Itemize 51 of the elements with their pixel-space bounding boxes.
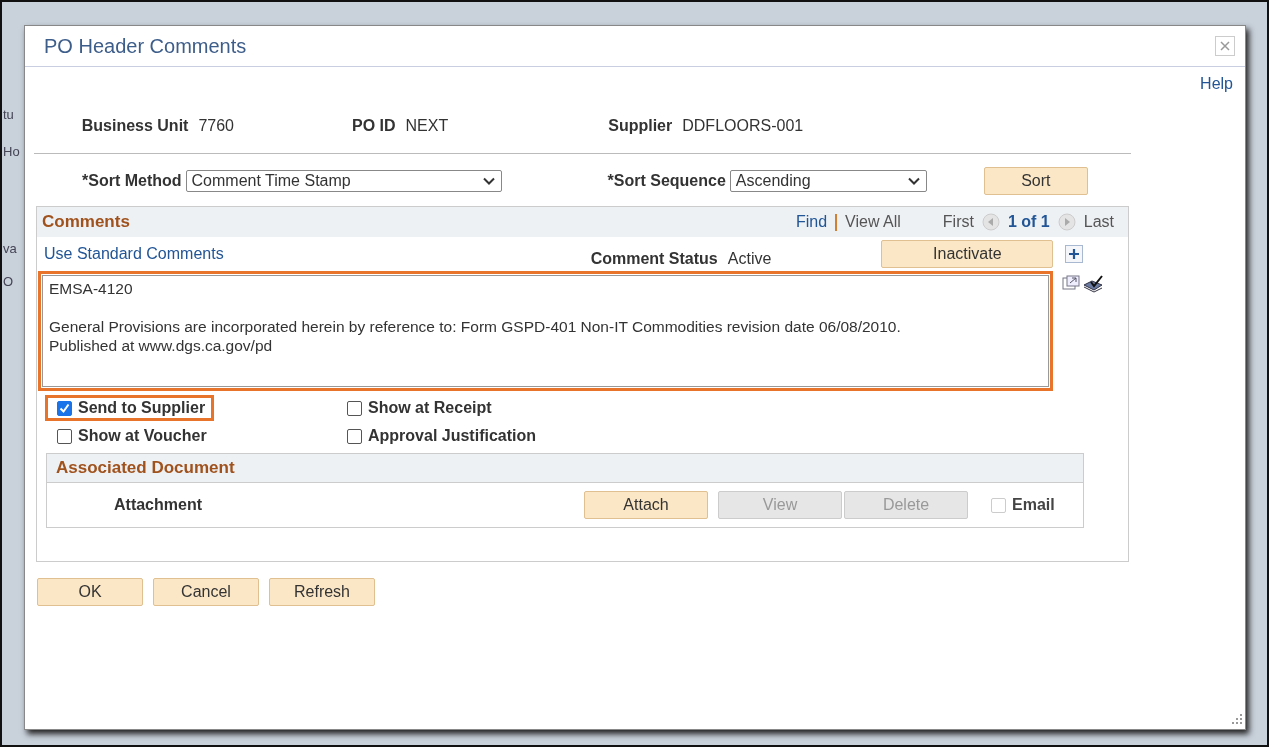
help-link[interactable]: Help [1200, 75, 1233, 93]
comment-text-field[interactable]: EMSA-4120 General Provisions are incorporated herein by reference to: Form GSPD-401 Non-IT Commodities revision date 06/08/2010. Published at www.dgs.ca.gov/pd [42, 275, 1049, 387]
field-label: PO ID [352, 117, 396, 135]
caret-icon [907, 177, 920, 185]
field-label: Business Unit [81, 117, 189, 135]
field-label: Comment Status [590, 250, 718, 268]
checkbox[interactable] [347, 428, 362, 444]
view-all-link[interactable]: View All [845, 213, 901, 231]
sort-button[interactable]: Sort [983, 167, 1088, 195]
dialog-title: PO Header Comments [44, 34, 247, 58]
close-button[interactable] [1215, 36, 1235, 56]
field-label: Attachment [114, 496, 203, 514]
field-value: Active [727, 250, 772, 268]
close-icon [1220, 41, 1230, 51]
checkbox-label: Send to Supplier [78, 399, 206, 417]
checkbox-label: Email [1012, 496, 1055, 514]
resize-grip-icon[interactable] [1229, 713, 1243, 727]
dropdown[interactable]: Ascending [729, 170, 927, 192]
caret-icon [482, 177, 495, 185]
section-title: Associated Document [56, 458, 235, 478]
add-icon[interactable] [1065, 245, 1084, 263]
field-value: NEXT [405, 117, 449, 135]
checkbox[interactable] [57, 400, 72, 416]
attachment-button[interactable]: Attach [584, 491, 708, 519]
dialog-button[interactable]: Refresh [269, 578, 375, 606]
field-value: 7760 [198, 117, 234, 135]
field-label: *Sort Sequence [607, 172, 726, 190]
checkbox-label: Approval Justification [368, 427, 537, 445]
checkbox[interactable] [57, 428, 72, 444]
field-value: DDFLOORS-001 [682, 117, 804, 135]
dialog-button[interactable]: Cancel [153, 578, 259, 606]
checkbox[interactable] [347, 400, 362, 416]
last-label: Last [1083, 213, 1114, 231]
checkbox-label: Show at Voucher [78, 427, 207, 445]
spell-check-icon[interactable] [1082, 275, 1104, 293]
field-label: Supplier [608, 117, 673, 135]
page-counter: 1 of 1 [1007, 213, 1050, 231]
expand-icon[interactable] [1062, 275, 1080, 291]
background-text: Ho [3, 144, 20, 159]
background-text: tu [3, 107, 14, 122]
field-label: *Sort Method [82, 172, 182, 190]
dialog-button[interactable]: OK [37, 578, 143, 606]
find-link[interactable]: Find [796, 213, 828, 231]
standard-comments-link[interactable]: Use Standard Comments [44, 245, 224, 263]
inactivate-button[interactable]: Inactivate [881, 240, 1054, 268]
checkbox-label: Show at Receipt [368, 399, 492, 417]
dropdown[interactable]: Comment Time Stamp [185, 170, 502, 192]
section-title: Comments [42, 212, 130, 232]
background-text: va [3, 241, 17, 256]
background-text: O [3, 274, 14, 289]
first-label: First [942, 213, 974, 231]
